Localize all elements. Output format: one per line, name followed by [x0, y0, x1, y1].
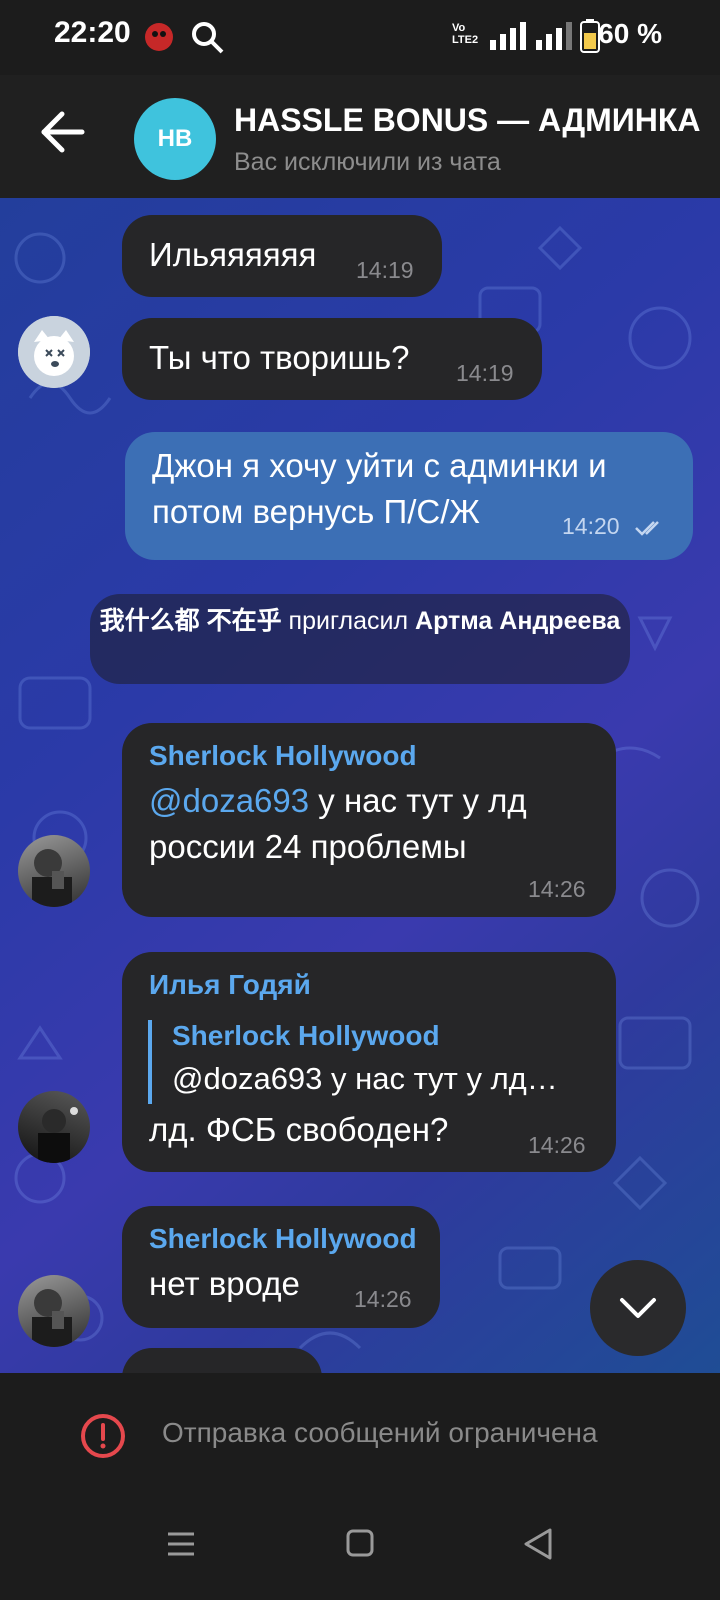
signal-icon-2	[536, 22, 572, 50]
user-photo-icon	[32, 1289, 72, 1347]
sender-avatar[interactable]	[18, 835, 90, 907]
chat-header: НВ HASSLE BONUS — АДМИНКА Вас исключили …	[0, 75, 720, 198]
status-bar: 22:20 Vo LTE2 60 %	[0, 0, 720, 75]
message-bubble[interactable]: Ты что творишь? 14:19	[122, 318, 542, 400]
message-bubble[interactable]: Sherlock Hollywood нет вроде 14:26	[122, 1206, 440, 1328]
double-check-icon	[635, 521, 659, 536]
battery-icon	[580, 19, 600, 53]
reply-text: @doza693 у нас тут у лд…	[172, 1061, 558, 1096]
message-bubble[interactable]: Илья Годяй Sherlock Hollywood @doza693 у…	[122, 952, 616, 1172]
group-avatar[interactable]: НВ	[134, 98, 216, 180]
message-time: 14:26	[528, 1132, 586, 1158]
reply-sender: Sherlock Hollywood	[172, 1020, 440, 1051]
search-icon	[192, 22, 224, 54]
signal-icon	[490, 22, 526, 50]
message-sender[interactable]: Sherlock Hollywood	[149, 740, 417, 772]
chat-area[interactable]: Ильяяяяяя 14:19 Ты что творишь? 14:19 Дж…	[0, 198, 720, 1373]
user-photo-icon	[32, 849, 72, 907]
volte-label: Vo LTE2	[452, 22, 479, 46]
message-text: Ильяяяяяя	[149, 236, 317, 273]
message-text: нет вроде	[149, 1265, 300, 1302]
chat-title[interactable]: HASSLE BONUS — АДМИНКА	[234, 102, 704, 139]
back-nav-icon[interactable]	[522, 1527, 554, 1561]
message-bubble[interactable]: Sherlock Hollywood @doza693 у нас тут у …	[122, 723, 616, 917]
scroll-down-button[interactable]	[590, 1260, 686, 1356]
message-mention[interactable]: @doza693	[149, 782, 309, 819]
sender-avatar[interactable]	[18, 316, 90, 388]
warning-icon	[81, 1414, 125, 1458]
message-text-line1: Джон я хочу уйти с админки и	[152, 447, 607, 484]
system-navigation-bar	[0, 1493, 720, 1600]
message-text-line1: у нас тут у лд	[309, 782, 527, 819]
back-arrow-icon[interactable]	[36, 105, 90, 159]
home-icon[interactable]	[345, 1528, 375, 1558]
status-time: 22:20	[54, 16, 131, 49]
message-bubble-partial[interactable]	[122, 1348, 322, 1373]
recents-icon[interactable]	[166, 1529, 196, 1559]
message-sender[interactable]: Sherlock Hollywood	[149, 1223, 417, 1255]
chat-subtitle: Вас исключили из чата	[234, 148, 501, 176]
user-photo-icon	[38, 1107, 78, 1163]
app-notification-icon	[145, 23, 173, 51]
chevron-down-icon	[620, 1298, 656, 1318]
reply-quote[interactable]: Sherlock Hollywood @doza693 у нас тут у …	[148, 1020, 602, 1104]
input-restricted-bar: Отправка сообщений ограничена	[0, 1373, 720, 1493]
message-time: 14:20	[562, 513, 620, 539]
outgoing-message-bubble[interactable]: Джон я хочу уйти с админки и потом верну…	[125, 432, 693, 560]
message-text: лд. ФСБ свободен?	[149, 1111, 449, 1148]
message-text: Ты что творишь?	[149, 339, 410, 376]
message-time: 14:19	[456, 360, 514, 386]
message-time: 14:19	[356, 257, 414, 283]
service-message: 我什么都 不在乎 пригласил Артма Андреева	[90, 594, 630, 684]
service-actor[interactable]: 我什么都 不在乎	[100, 607, 282, 635]
restriction-text: Отправка сообщений ограничена	[162, 1417, 598, 1448]
message-sender[interactable]: Илья Годяй	[149, 969, 311, 1001]
dog-avatar-icon	[18, 316, 90, 388]
sender-avatar[interactable]	[18, 1091, 90, 1163]
battery-percent: 60 %	[598, 18, 662, 49]
sender-avatar[interactable]	[18, 1275, 90, 1347]
message-text-line2: россии 24 проблемы	[149, 828, 467, 865]
message-text-line2: потом вернусь П/С/Ж	[152, 493, 480, 530]
message-bubble[interactable]: Ильяяяяяя 14:19	[122, 215, 442, 297]
message-time: 14:26	[354, 1286, 412, 1312]
service-action: пригласил	[281, 607, 416, 635]
service-target[interactable]: Артма Андреева	[415, 607, 620, 635]
message-time: 14:26	[528, 876, 586, 902]
